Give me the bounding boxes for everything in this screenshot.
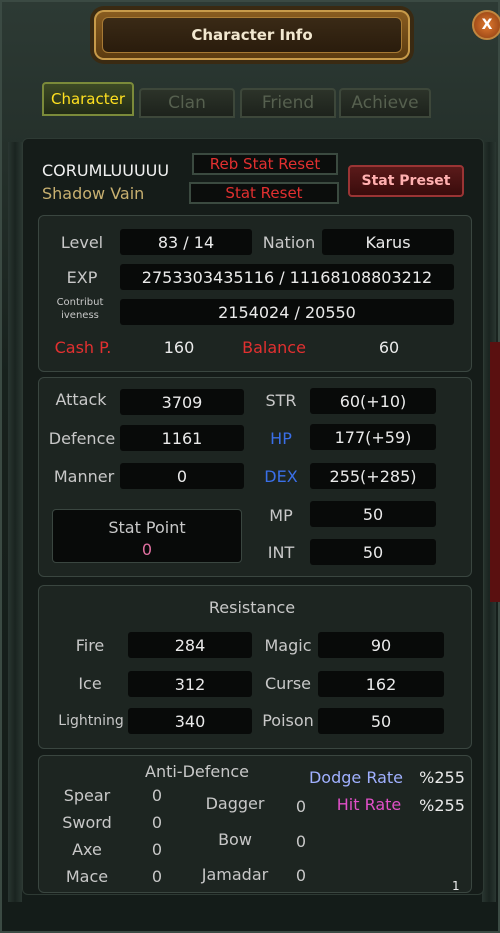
exp-label: EXP	[66, 268, 98, 287]
str-label: STR	[265, 391, 297, 410]
dodge-rate-value: %255	[419, 768, 465, 787]
curse-value: 162	[318, 671, 444, 697]
defence-value: 1161	[120, 425, 244, 451]
tab-clan[interactable]: Clan	[139, 88, 235, 118]
jamadar-label: Jamadar	[201, 865, 269, 884]
stat-point-box: Stat Point 0	[52, 509, 242, 563]
balance-label: Balance	[242, 338, 306, 357]
mace-value: 0	[151, 867, 163, 886]
anti-defence-title: Anti-Defence	[145, 762, 249, 781]
contribution-label: Contribut iveness	[56, 297, 104, 321]
ice-value: 312	[128, 671, 252, 697]
defence-label: Defence	[48, 429, 116, 448]
dagger-label: Dagger	[205, 794, 265, 813]
spear-value: 0	[151, 786, 163, 805]
level-value: 83 / 14	[120, 229, 252, 255]
manner-label: Manner	[53, 467, 115, 486]
stat-point-value: 0	[141, 540, 153, 559]
curse-label: Curse	[264, 674, 312, 693]
sword-label: Sword	[62, 813, 112, 832]
poison-value: 50	[318, 708, 444, 734]
jamadar-value: 0	[295, 866, 307, 885]
magic-label: Magic	[264, 636, 312, 655]
character-class: Shadow Vain	[42, 184, 145, 203]
spear-label: Spear	[63, 786, 111, 805]
hp-label: HP	[270, 429, 292, 448]
hit-rate-value: %255	[419, 796, 465, 815]
int-label: INT	[267, 543, 295, 562]
bow-value: 0	[295, 832, 307, 851]
reb-stat-reset-button[interactable]: Reb Stat Reset	[192, 153, 338, 175]
page-number: 1	[452, 879, 460, 893]
dagger-value: 0	[295, 797, 307, 816]
fire-value: 284	[128, 632, 252, 658]
nation-value: Karus	[322, 229, 454, 255]
str-value[interactable]: 60(+10)	[310, 388, 436, 414]
balance-value: 60	[378, 338, 400, 357]
mp-value[interactable]: 50	[310, 501, 436, 527]
resistance-title: Resistance	[208, 598, 296, 617]
attack-label: Attack	[55, 390, 107, 409]
mace-label: Mace	[65, 867, 109, 886]
title-bar[interactable]: Character Info	[94, 10, 410, 60]
tab-achieve[interactable]: Achieve	[339, 88, 431, 118]
stat-point-label: Stat Point	[108, 518, 186, 537]
bow-label: Bow	[218, 830, 252, 849]
character-name: CORUMLUUUUU	[42, 161, 170, 180]
fire-label: Fire	[75, 636, 105, 655]
attack-value: 3709	[120, 389, 244, 415]
hit-rate-label: Hit Rate	[336, 795, 402, 814]
tab-character[interactable]: Character	[42, 82, 134, 116]
mp-label: MP	[269, 506, 293, 525]
hp-value[interactable]: 177(+59)	[310, 424, 436, 450]
dodge-rate-label: Dodge Rate	[308, 768, 404, 787]
exp-value: 2753303435116 / 11168108803212	[120, 264, 454, 290]
dex-label: DEX	[264, 467, 298, 486]
level-label: Level	[60, 233, 104, 252]
side-tab-handle[interactable]	[490, 342, 500, 602]
dex-value[interactable]: 255(+285)	[310, 463, 436, 489]
tab-friend[interactable]: Friend	[240, 88, 336, 118]
left-border-decoration	[8, 142, 22, 902]
int-value[interactable]: 50	[310, 539, 436, 565]
poison-label: Poison	[262, 711, 314, 730]
lightning-label: Lightning	[58, 713, 124, 729]
stat-preset-button[interactable]: Stat Preset	[348, 165, 464, 197]
magic-value: 90	[318, 632, 444, 658]
window-title: Character Info	[191, 26, 313, 44]
lightning-value: 340	[128, 708, 252, 734]
nation-label: Nation	[262, 233, 316, 252]
cash-value: 160	[163, 338, 195, 357]
ice-label: Ice	[78, 674, 102, 693]
manner-value: 0	[120, 463, 244, 489]
close-icon: X	[481, 17, 493, 33]
stat-reset-button[interactable]: Stat Reset	[189, 182, 339, 204]
axe-value: 0	[151, 840, 163, 859]
cash-label: Cash P.	[54, 338, 112, 357]
axe-label: Axe	[72, 840, 102, 859]
contribution-value: 2154024 / 20550	[120, 299, 454, 325]
character-info-window: Character Info X Character Clan Friend A…	[0, 0, 500, 933]
sword-value: 0	[151, 813, 163, 832]
close-button[interactable]: X	[472, 10, 500, 40]
